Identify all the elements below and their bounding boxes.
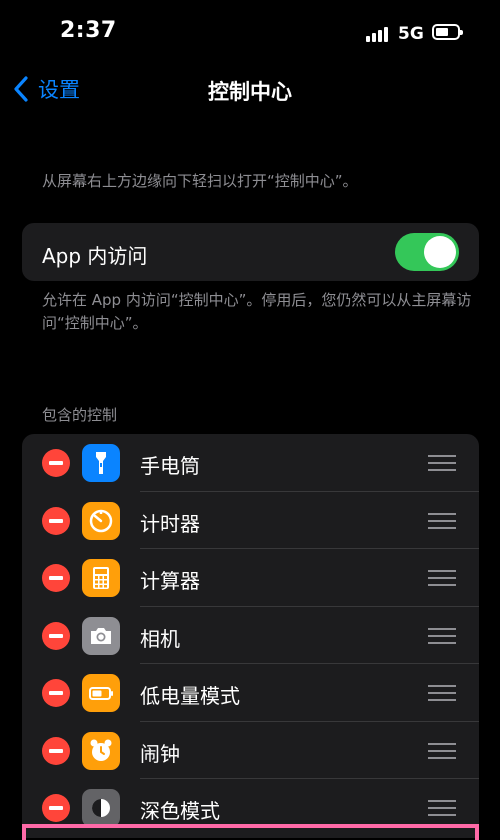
control-label: 计算器 xyxy=(140,569,200,593)
app-access-cell: App 内访问 xyxy=(22,223,479,281)
timer-icon xyxy=(82,501,120,540)
reorder-handle-icon[interactable] xyxy=(428,455,456,471)
control-label: 相机 xyxy=(140,626,180,651)
calculator-icon xyxy=(82,559,120,597)
control-label: 计时器 xyxy=(140,511,200,536)
alarm-clock-icon xyxy=(82,731,120,770)
section-header: 包含的控制 xyxy=(42,406,118,424)
battery-icon xyxy=(82,674,120,712)
control-row-calculator[interactable]: 计算器 xyxy=(22,549,479,607)
control-row-timer[interactable]: 计时器 xyxy=(22,492,479,550)
control-label: 低电量模式 xyxy=(140,684,240,708)
reorder-handle-icon[interactable] xyxy=(428,627,456,644)
app-access-footer: 允许在 App 内访问“控制中心”。停用后，您仍然可以从主屏幕访问“控制中心”。 xyxy=(42,291,472,332)
reorder-handle-icon[interactable] xyxy=(428,685,456,701)
remove-button[interactable] xyxy=(42,449,70,477)
status-time: 2:37 xyxy=(60,18,117,43)
reorder-handle-icon[interactable] xyxy=(428,570,456,586)
remove-button[interactable] xyxy=(42,621,70,650)
battery-icon xyxy=(432,24,463,40)
reorder-handle-icon[interactable] xyxy=(428,742,456,759)
remove-button[interactable] xyxy=(42,679,70,707)
control-label: 手电筒 xyxy=(140,454,200,478)
status-bar: 2:37 5G xyxy=(0,0,500,66)
description-text: 从屏幕右上方边缘向下轻扫以打开“控制中心”。 xyxy=(42,172,358,190)
control-row-alarm[interactable]: 闹钟 xyxy=(22,722,479,780)
control-row-flashlight[interactable]: 手电筒 xyxy=(22,434,479,492)
page-title: 控制中心 xyxy=(208,80,292,104)
camera-icon xyxy=(82,616,120,655)
network-type: 5G xyxy=(398,24,424,44)
remove-button[interactable] xyxy=(42,736,70,765)
toggle-knob xyxy=(424,236,456,268)
flashlight-icon xyxy=(82,444,120,482)
control-label: 深色模式 xyxy=(140,799,220,823)
control-label: 闹钟 xyxy=(140,741,180,766)
signal-icon xyxy=(366,26,392,42)
included-controls-list: 手电筒 计时器 计算器 相机 低电量模式 闹钟 深色模式 xyxy=(22,434,479,838)
control-row-low-power-mode[interactable]: 低电量模式 xyxy=(22,664,479,722)
control-row-camera[interactable]: 相机 xyxy=(22,607,479,665)
remove-button[interactable] xyxy=(42,564,70,592)
remove-button[interactable] xyxy=(42,506,70,535)
dark-mode-icon xyxy=(82,789,120,827)
battery-level-fill xyxy=(436,28,448,36)
reorder-handle-icon[interactable] xyxy=(428,800,456,816)
navigation-bar: 设置 控制中心 xyxy=(0,66,500,112)
remove-button[interactable] xyxy=(42,794,70,822)
app-access-label: App 内访问 xyxy=(42,244,148,268)
app-access-toggle[interactable] xyxy=(395,233,459,271)
reorder-handle-icon[interactable] xyxy=(428,512,456,529)
